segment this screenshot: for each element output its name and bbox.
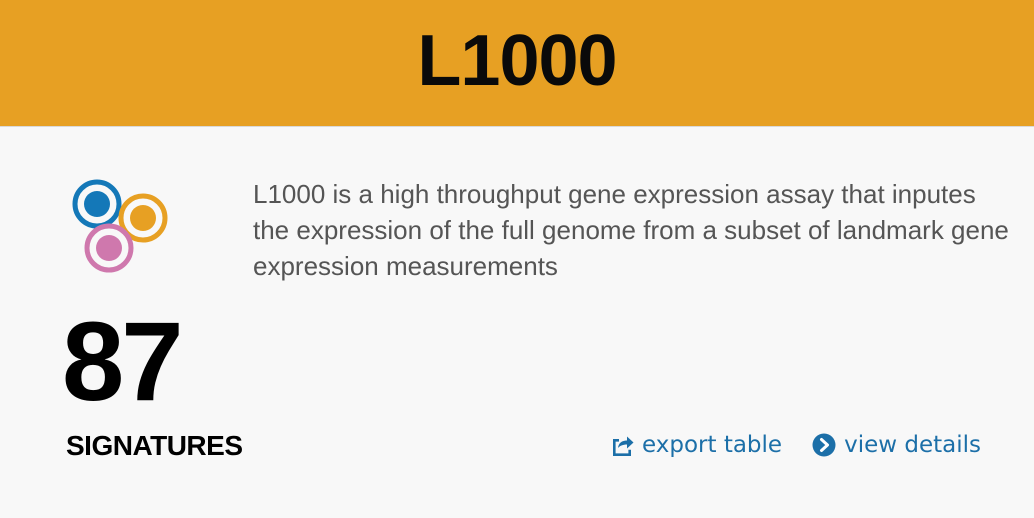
export-table-link[interactable]: export table — [610, 432, 782, 458]
assay-description: L1000 is a high throughput gene expressi… — [253, 179, 1009, 281]
l1000-circles-logo-icon — [68, 176, 172, 280]
page-title: L1000 — [417, 21, 617, 101]
page-header: L1000 — [0, 0, 1034, 127]
chevron-circle-right-icon — [812, 433, 836, 457]
signature-count: 87 — [62, 299, 184, 424]
share-export-icon — [610, 433, 634, 457]
export-table-label: export table — [642, 432, 783, 458]
view-details-label: view details — [844, 432, 981, 458]
action-links: export table view details — [610, 432, 981, 458]
view-details-link[interactable]: view details — [812, 432, 981, 458]
signature-count-label: SIGNATURES — [66, 430, 243, 461]
